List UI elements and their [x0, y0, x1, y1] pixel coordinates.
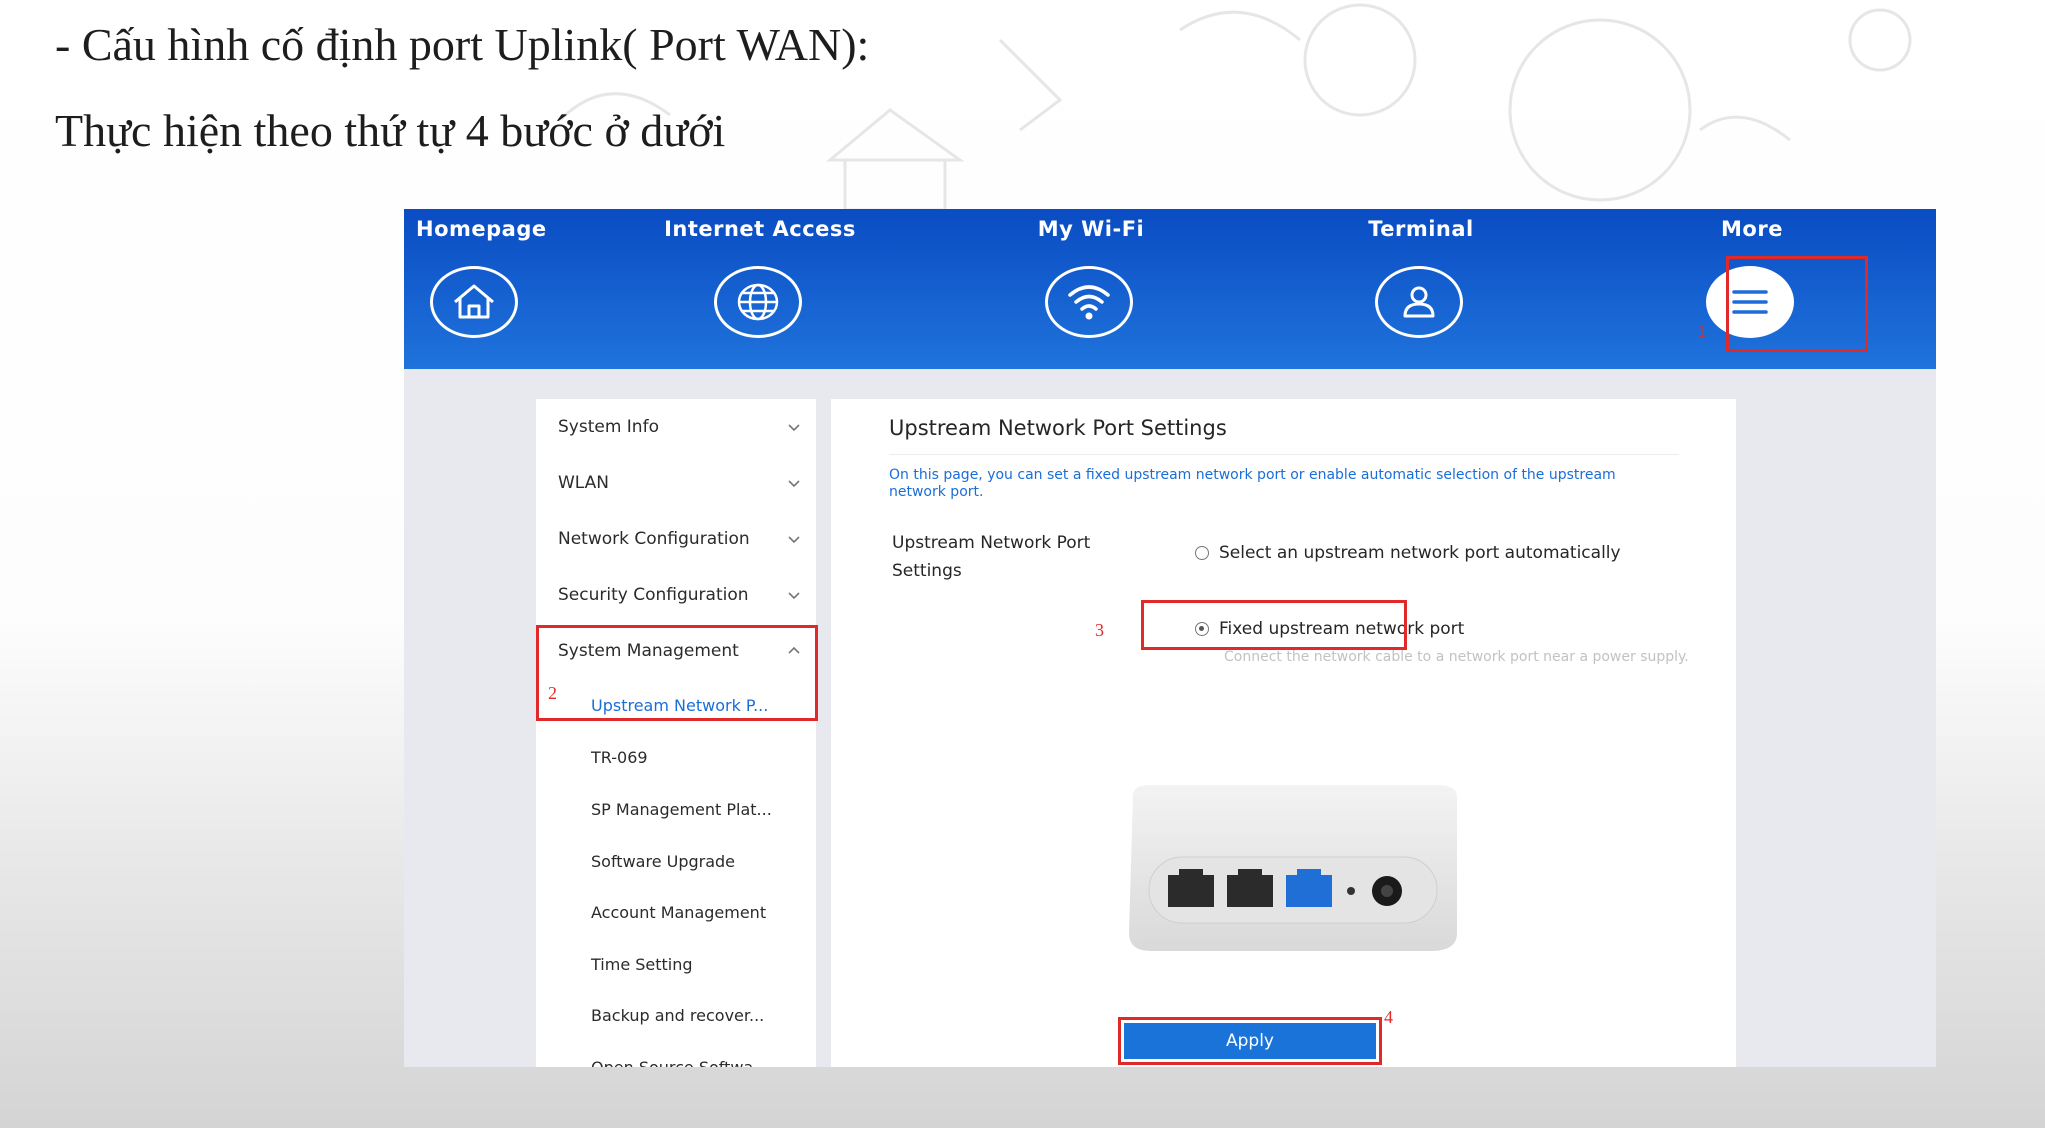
sidebar-subitem-label: Open Source Softwa...: [591, 1057, 769, 1068]
field-label: Upstream Network Port Settings: [892, 533, 1091, 581]
sidebar-item-label: System Info: [558, 417, 659, 437]
title-divider: [889, 454, 1679, 455]
annotation-step-4: 4: [1384, 1007, 1393, 1027]
radio-button[interactable]: [1195, 546, 1209, 560]
nav-item-internet-access[interactable]: Internet Access: [610, 209, 910, 369]
chevron-down-icon: [788, 424, 800, 432]
wifi-icon[interactable]: [1045, 266, 1133, 338]
home-icon[interactable]: [430, 266, 518, 338]
sidebar-item-security-configuration[interactable]: Security Configuration: [536, 567, 816, 623]
annotation-step-3: 3: [1095, 620, 1104, 640]
sidebar-subitem-account-management[interactable]: Account Management: [536, 886, 816, 938]
sidebar-item-wlan[interactable]: WLAN: [536, 455, 816, 511]
sidebar-subitem-label: Software Upgrade: [591, 851, 736, 871]
sidebar-subitem-software-upgrade[interactable]: Software Upgrade: [536, 835, 816, 887]
chevron-down-icon: [788, 536, 800, 544]
page-title: Upstream Network Port Settings: [889, 416, 1227, 440]
nav-label: My Wi-Fi: [1037, 217, 1145, 241]
slide-heading: - Cấu hình cố định port Uplink( Port WAN…: [55, 19, 870, 70]
top-navigation-bar: Homepage Internet Access My Wi-Fi Termin…: [404, 209, 1936, 369]
sidebar-subitem-label: Account Management: [591, 902, 767, 922]
sidebar-item-network-configuration[interactable]: Network Configuration: [536, 511, 816, 567]
sidebar-subitem-label: Time Setting: [591, 954, 693, 974]
sidebar-subitem-tr069[interactable]: TR-069: [536, 731, 816, 783]
nav-label: Internet Access: [664, 217, 856, 241]
nav-item-terminal[interactable]: Terminal: [1271, 209, 1571, 369]
upstream-port-settings-panel: Upstream Network Port Settings On this p…: [831, 399, 1736, 1067]
sidebar-subitem-time-setting[interactable]: Time Setting: [536, 938, 816, 990]
sidebar-item-label: Security Configuration: [558, 585, 749, 605]
router-illustration: [1129, 785, 1457, 951]
sidebar-subitem-sp-management-platform[interactable]: SP Management Plat...: [536, 783, 816, 835]
nav-label: Terminal: [1368, 217, 1474, 241]
fixed-port-hint: Connect the network cable to a network p…: [1224, 649, 1689, 665]
annotation-step-1: 1: [1697, 321, 1706, 341]
sidebar-subitem-open-source-software[interactable]: Open Source Softwa...: [536, 1041, 816, 1068]
chevron-down-icon: [788, 592, 800, 600]
sidebar-item-label: Network Configuration: [558, 529, 750, 549]
page-description: On this page, you can set a fixed upstre…: [889, 467, 1616, 500]
sidebar-subitem-backup-and-recovery[interactable]: Backup and recover...: [536, 989, 816, 1041]
option-label: Select an upstream network port automati…: [1219, 543, 1621, 563]
nav-item-my-wifi[interactable]: My Wi-Fi: [941, 209, 1241, 369]
sidebar-item-system-info[interactable]: System Info: [536, 399, 816, 455]
annotation-box-step-1: [1726, 256, 1868, 352]
chevron-down-icon: [788, 480, 800, 488]
sidebar-subitem-label: SP Management Plat...: [591, 799, 772, 819]
sidebar-item-label: WLAN: [558, 473, 610, 493]
globe-icon[interactable]: [714, 266, 802, 338]
annotation-box-step-2: [536, 625, 818, 721]
sidebar-subitem-label: Backup and recover...: [591, 1005, 765, 1025]
sidebar-menu: System Info WLAN Network Configuration S…: [536, 399, 818, 1068]
user-icon[interactable]: [1375, 266, 1463, 338]
router-ui-screenshot: Homepage Internet Access My Wi-Fi Termin…: [404, 209, 1936, 1067]
slide-subheading: Thực hiện theo thứ tự 4 bước ở dưới: [55, 105, 726, 156]
annotation-step-2: 2: [548, 683, 557, 703]
annotation-box-step-4: [1118, 1017, 1382, 1065]
nav-label: More: [1721, 217, 1783, 241]
sidebar-subitem-label: TR-069: [591, 747, 648, 767]
option-auto-port[interactable]: Select an upstream network port automati…: [1195, 543, 1621, 563]
